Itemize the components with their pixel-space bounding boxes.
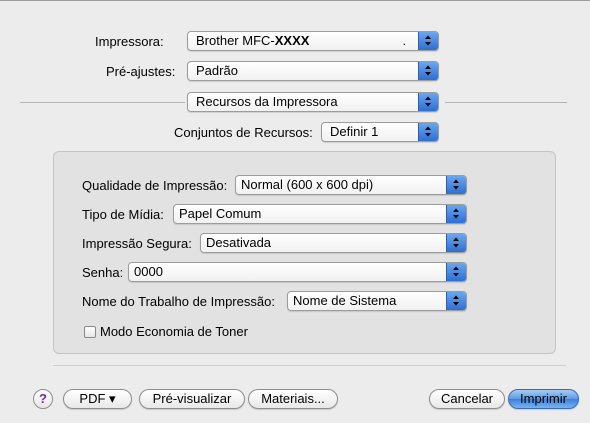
- presets-select[interactable]: Padrão: [187, 61, 439, 81]
- cancel-label: Cancelar: [440, 391, 494, 406]
- media-type-value: Papel Comum: [179, 206, 262, 221]
- popup-arrows-icon: [418, 62, 438, 80]
- popup-arrows-icon: [418, 93, 438, 111]
- job-name-select[interactable]: Nome de Sistema: [287, 291, 467, 311]
- popup-arrows-icon: [446, 292, 466, 310]
- features-group: Qualidade de Impressão: Normal (600 x 60…: [53, 151, 556, 354]
- section-select[interactable]: Recursos da Impressora: [187, 92, 439, 112]
- supplies-label: Materiais...: [261, 391, 325, 406]
- media-type-label: Tipo de Mídia:: [82, 207, 164, 222]
- popup-arrows-icon: [418, 123, 438, 141]
- printer-select[interactable]: Brother MFC-XXXX .: [187, 31, 439, 51]
- print-button[interactable]: Imprimir: [508, 389, 579, 409]
- print-label: Imprimir: [520, 391, 567, 406]
- print-quality-select[interactable]: Normal (600 x 600 dpi): [235, 175, 467, 195]
- presets-label: Pré-ajustes:: [106, 64, 176, 79]
- popup-arrows-icon: [446, 263, 466, 281]
- secure-print-select[interactable]: Desativada: [200, 233, 467, 253]
- section-value: Recursos da Impressora: [196, 94, 338, 109]
- pdf-button[interactable]: PDF ▾: [63, 389, 132, 409]
- toner-save-checkbox[interactable]: [84, 326, 96, 338]
- feature-sets-value: Definir 1: [330, 124, 379, 139]
- print-quality-value: Normal (600 x 600 dpi): [241, 177, 374, 192]
- print-dialog: Impressora: Brother MFC-XXXX . Pré-ajust…: [0, 0, 590, 423]
- separator-right: [445, 102, 567, 103]
- password-label: Senha:: [82, 265, 124, 280]
- feature-sets-select[interactable]: Definir 1: [321, 122, 439, 142]
- help-button[interactable]: ?: [33, 389, 53, 409]
- popup-arrows-icon: [446, 176, 466, 194]
- job-name-label: Nome do Trabalho de Impressão:: [82, 294, 275, 309]
- cancel-button[interactable]: Cancelar: [429, 389, 505, 409]
- preview-label: Pré-visualizar: [152, 391, 232, 406]
- preview-button[interactable]: Pré-visualizar: [139, 389, 245, 409]
- secure-print-label: Impressão Segura:: [82, 236, 192, 251]
- printer-model: XXXX: [274, 33, 310, 48]
- password-select[interactable]: 0000: [128, 262, 467, 282]
- help-icon: ?: [39, 391, 47, 406]
- toner-save-label[interactable]: Modo Economia de Toner: [100, 324, 248, 340]
- popup-arrows-icon: [418, 32, 438, 50]
- secure-print-value: Desativada: [206, 235, 272, 250]
- popup-arrows-icon: [446, 205, 466, 223]
- footer-separator: [53, 365, 566, 366]
- printer-label: Impressora:: [95, 34, 164, 49]
- printer-extra: .: [402, 34, 406, 48]
- job-name-value: Nome de Sistema: [293, 293, 397, 308]
- password-value: 0000: [134, 264, 163, 279]
- printer-value: Brother MFC-: [196, 33, 275, 48]
- presets-value: Padrão: [196, 63, 238, 78]
- separator-left: [20, 102, 185, 103]
- popup-arrows-icon: [446, 234, 466, 252]
- pdf-label: PDF ▾: [79, 391, 116, 406]
- media-type-select[interactable]: Papel Comum: [173, 204, 467, 224]
- print-quality-label: Qualidade de Impressão:: [82, 178, 228, 193]
- feature-sets-label: Conjuntos de Recursos:: [174, 125, 313, 140]
- supplies-button[interactable]: Materiais...: [248, 389, 338, 409]
